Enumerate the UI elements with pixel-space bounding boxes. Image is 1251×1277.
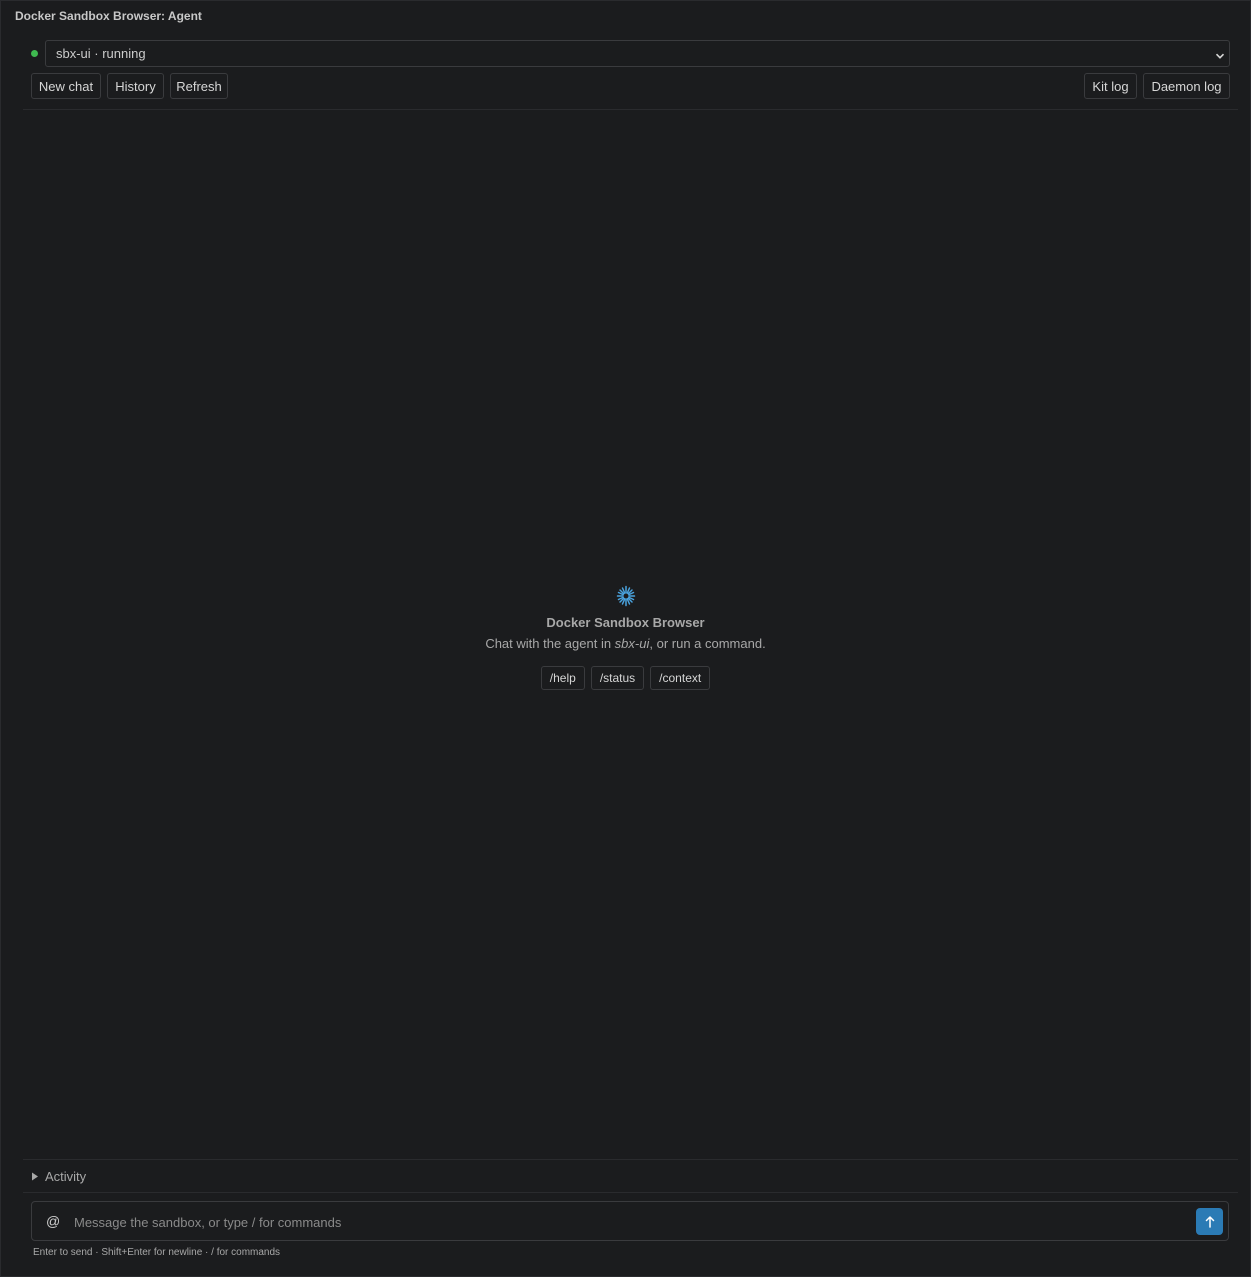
composer: @ [31,1201,1229,1241]
command-chips: /help /status /context [0,666,1251,690]
chevron-down-icon [1215,48,1225,66]
message-input[interactable] [72,1210,1186,1234]
kit-log-button[interactable]: Kit log [1084,73,1137,99]
help-command-chip[interactable]: /help [540,666,585,690]
sandbox-selector-row: sbx-ui · running [31,40,1230,67]
status-dot-icon [31,50,38,57]
sandbox-select-value: sbx-ui · running [56,46,146,61]
sandbox-select[interactable]: sbx-ui · running [45,40,1230,67]
arrow-up-icon [1205,1215,1214,1228]
empty-state: Docker Sandbox Browser Chat with the age… [0,585,1251,651]
subtitle-prefix: Chat with the agent in [485,636,615,651]
new-chat-button[interactable]: New chat [31,73,101,99]
daemon-log-button[interactable]: Daemon log [1143,73,1230,99]
status-command-chip[interactable]: /status [590,666,645,690]
context-command-chip[interactable]: /context [650,666,711,690]
composer-hint: Enter to send · Shift+Enter for newline … [33,1247,281,1258]
toolbar-divider [23,109,1238,110]
caret-right-icon [32,1172,38,1181]
activity-label: Activity [45,1169,87,1184]
mention-button[interactable]: @ [46,1213,60,1229]
panel-title: Docker Sandbox Browser: Agent [15,9,202,23]
activity-toggle[interactable]: Activity [31,1169,86,1184]
activity-divider [23,1159,1238,1160]
subtitle-sandbox-name: sbx-ui [614,636,650,651]
refresh-button[interactable]: Refresh [170,73,228,99]
empty-state-subtitle: Chat with the agent in sbx-ui, or run a … [0,636,1251,651]
empty-state-title: Docker Sandbox Browser [546,615,705,630]
send-button[interactable] [1196,1208,1223,1235]
subtitle-suffix: , or run a command. [649,636,766,651]
composer-divider [23,1192,1238,1193]
sparkle-logo-icon [616,585,635,607]
history-button[interactable]: History [107,73,164,99]
